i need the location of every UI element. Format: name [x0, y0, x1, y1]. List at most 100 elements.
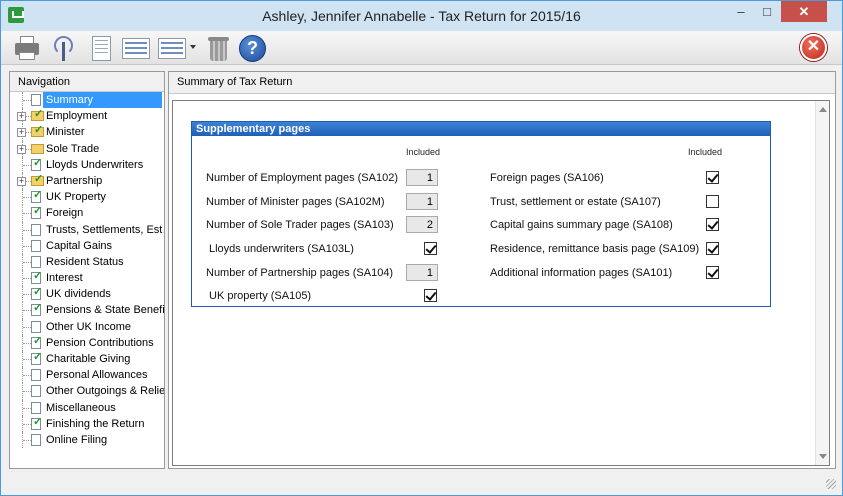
recycle-bin-icon[interactable]: [204, 34, 232, 62]
document-icon: [31, 255, 41, 268]
nav-item-label: Capital Gains: [46, 239, 113, 252]
nav-item-minister[interactable]: + Minister: [10, 124, 164, 141]
nav-item-interest[interactable]: Interest: [10, 270, 164, 287]
online-filing-icon[interactable]: [49, 34, 77, 62]
close-window-button[interactable]: ✕: [781, 1, 827, 22]
tree-line: [23, 310, 31, 312]
nav-item-uk-dividends[interactable]: UK dividends: [10, 286, 164, 303]
document-check-icon: [31, 189, 42, 204]
included-header-left: Included: [406, 147, 441, 157]
navigation-header: Navigation: [10, 72, 164, 92]
row-label-capital-gains-summary-page-sa108: Capital gains summary page (SA108): [490, 219, 673, 231]
nav-item-sole-trade[interactable]: + Sole Trade: [10, 140, 164, 157]
nav-item-summary[interactable]: Summary: [10, 92, 164, 109]
included-checkbox[interactable]: [706, 171, 719, 184]
document-check-icon: [31, 270, 42, 285]
included-checkbox[interactable]: [706, 242, 719, 255]
panel-title: Supplementary pages: [192, 122, 770, 136]
vertical-scrollbar[interactable]: [815, 101, 829, 465]
scroll-up-icon[interactable]: [819, 107, 827, 112]
help-icon[interactable]: ?: [238, 34, 266, 62]
document-icon: [31, 433, 41, 446]
forms-menu-icon[interactable]: [157, 34, 187, 62]
resize-grip-icon[interactable]: [826, 479, 836, 489]
nav-item-label: Online Filing: [46, 433, 108, 446]
tree-line: [23, 278, 31, 280]
tree-line: [23, 359, 31, 360]
help-glyph: ?: [239, 35, 266, 62]
document-check-icon: [31, 351, 42, 365]
nav-item-label: Pensions & State Benefits: [46, 304, 164, 317]
minimize-button[interactable]: –: [728, 1, 754, 22]
nav-item-pension-contributions[interactable]: Pension Contributions: [10, 334, 164, 351]
row-label-additional-information-pages-sa101: Additional information pages (SA101): [490, 267, 673, 279]
row-label-number-of-sole-trader-pages-sa103: Number of Sole Trader pages (SA103): [206, 219, 394, 231]
nav-item-capital-gains[interactable]: Capital Gains: [10, 237, 164, 254]
tree-line: [23, 213, 31, 215]
nav-item-label: Resident Status: [46, 255, 124, 268]
document-check-icon: [31, 335, 42, 349]
nav-item-trusts-settlements-est[interactable]: Trusts, Settlements, Est…: [10, 221, 164, 238]
tree-line: [23, 375, 31, 377]
tree-line: [23, 100, 31, 101]
page-count-field[interactable]: 1: [406, 169, 438, 186]
page-count-field[interactable]: 2: [406, 216, 438, 233]
supplementary-pages-panel: Supplementary pages Included Included Nu…: [191, 121, 771, 307]
expand-icon[interactable]: +: [17, 112, 26, 122]
exit-icon[interactable]: ✕: [800, 34, 827, 61]
scroll-down-icon[interactable]: [819, 454, 827, 459]
nav-item-label: Miscellaneous: [46, 401, 116, 414]
included-checkbox[interactable]: [706, 195, 719, 208]
print-icon[interactable]: [13, 34, 41, 62]
nav-item-foreign[interactable]: Foreign: [10, 205, 164, 222]
row-label-foreign-pages-sa106: Foreign pages (SA106): [490, 172, 604, 184]
nav-item-label: Sole Trade: [46, 142, 100, 155]
nav-item-pensions-state-benefits[interactable]: Pensions & State Benefits: [10, 302, 164, 319]
included-checkbox[interactable]: [424, 289, 437, 302]
included-checkbox[interactable]: [706, 266, 719, 279]
maximize-button[interactable]: □: [754, 1, 780, 22]
nav-item-personal-allowances[interactable]: Personal Allowances: [10, 367, 164, 384]
document-icon: [31, 385, 41, 398]
chevron-down-icon[interactable]: [190, 45, 196, 49]
page-count-field[interactable]: 1: [406, 264, 438, 281]
nav-item-label: UK Property: [46, 191, 106, 204]
nav-item-other-uk-income[interactable]: Other UK Income: [10, 318, 164, 335]
nav-item-label: Interest: [46, 272, 83, 285]
tree-line: [23, 229, 31, 231]
nav-item-resident-status[interactable]: Resident Status: [10, 253, 164, 271]
nav-item-online-filing[interactable]: Online Filing: [10, 431, 164, 449]
included-checkbox[interactable]: [424, 242, 437, 255]
tree-line: [23, 245, 31, 247]
document-check-icon: [31, 286, 42, 301]
document-icon[interactable]: [87, 34, 115, 62]
nav-item-miscellaneous[interactable]: Miscellaneous: [10, 399, 164, 416]
navigation-panel: Navigation Summary+Employment+Minister+S…: [9, 71, 165, 469]
document-check-icon: [31, 205, 42, 220]
nav-item-label: Minister: [46, 126, 85, 139]
nav-item-charitable-giving[interactable]: Charitable Giving: [10, 351, 164, 368]
page-count-field[interactable]: 1: [406, 193, 438, 210]
nav-item-lloyds-underwriters[interactable]: Lloyds Underwriters: [10, 156, 164, 173]
document-check-icon: [31, 302, 42, 317]
title-bar[interactable]: Ashley, Jennifer Annabelle - Tax Return …: [1, 1, 842, 31]
nav-item-other-outgoings-relie[interactable]: Other Outgoings & Relie…: [10, 383, 164, 400]
nav-item-employment[interactable]: + Employment: [10, 108, 164, 125]
nav-item-finishing-the-return[interactable]: Finishing the Return: [10, 415, 164, 432]
included-checkbox[interactable]: [706, 218, 719, 231]
document-check-icon: [31, 157, 42, 171]
expand-icon[interactable]: +: [17, 176, 26, 186]
expand-icon[interactable]: +: [17, 144, 26, 154]
nav-item-uk-property[interactable]: UK Property: [10, 189, 164, 206]
document-icon: [31, 320, 41, 333]
row-label-trust-settlement-or-estate-sa107: Trust, settlement or estate (SA107): [490, 196, 661, 208]
nav-item-label: Foreign: [46, 207, 84, 220]
nav-item-partnership[interactable]: + Partnership: [10, 172, 164, 190]
nav-item-label: Trusts, Settlements, Est…: [46, 223, 164, 236]
tree-line: [23, 164, 31, 166]
row-label-lloyds-underwriters-sa103l: Lloyds underwriters (SA103L): [209, 243, 354, 255]
nav-item-label: Employment: [46, 110, 108, 123]
form-icon[interactable]: [121, 34, 151, 62]
expand-icon[interactable]: +: [17, 128, 26, 138]
navigation-tree: Summary + Employment + Minister + Sole Trade Ll…: [10, 92, 164, 449]
